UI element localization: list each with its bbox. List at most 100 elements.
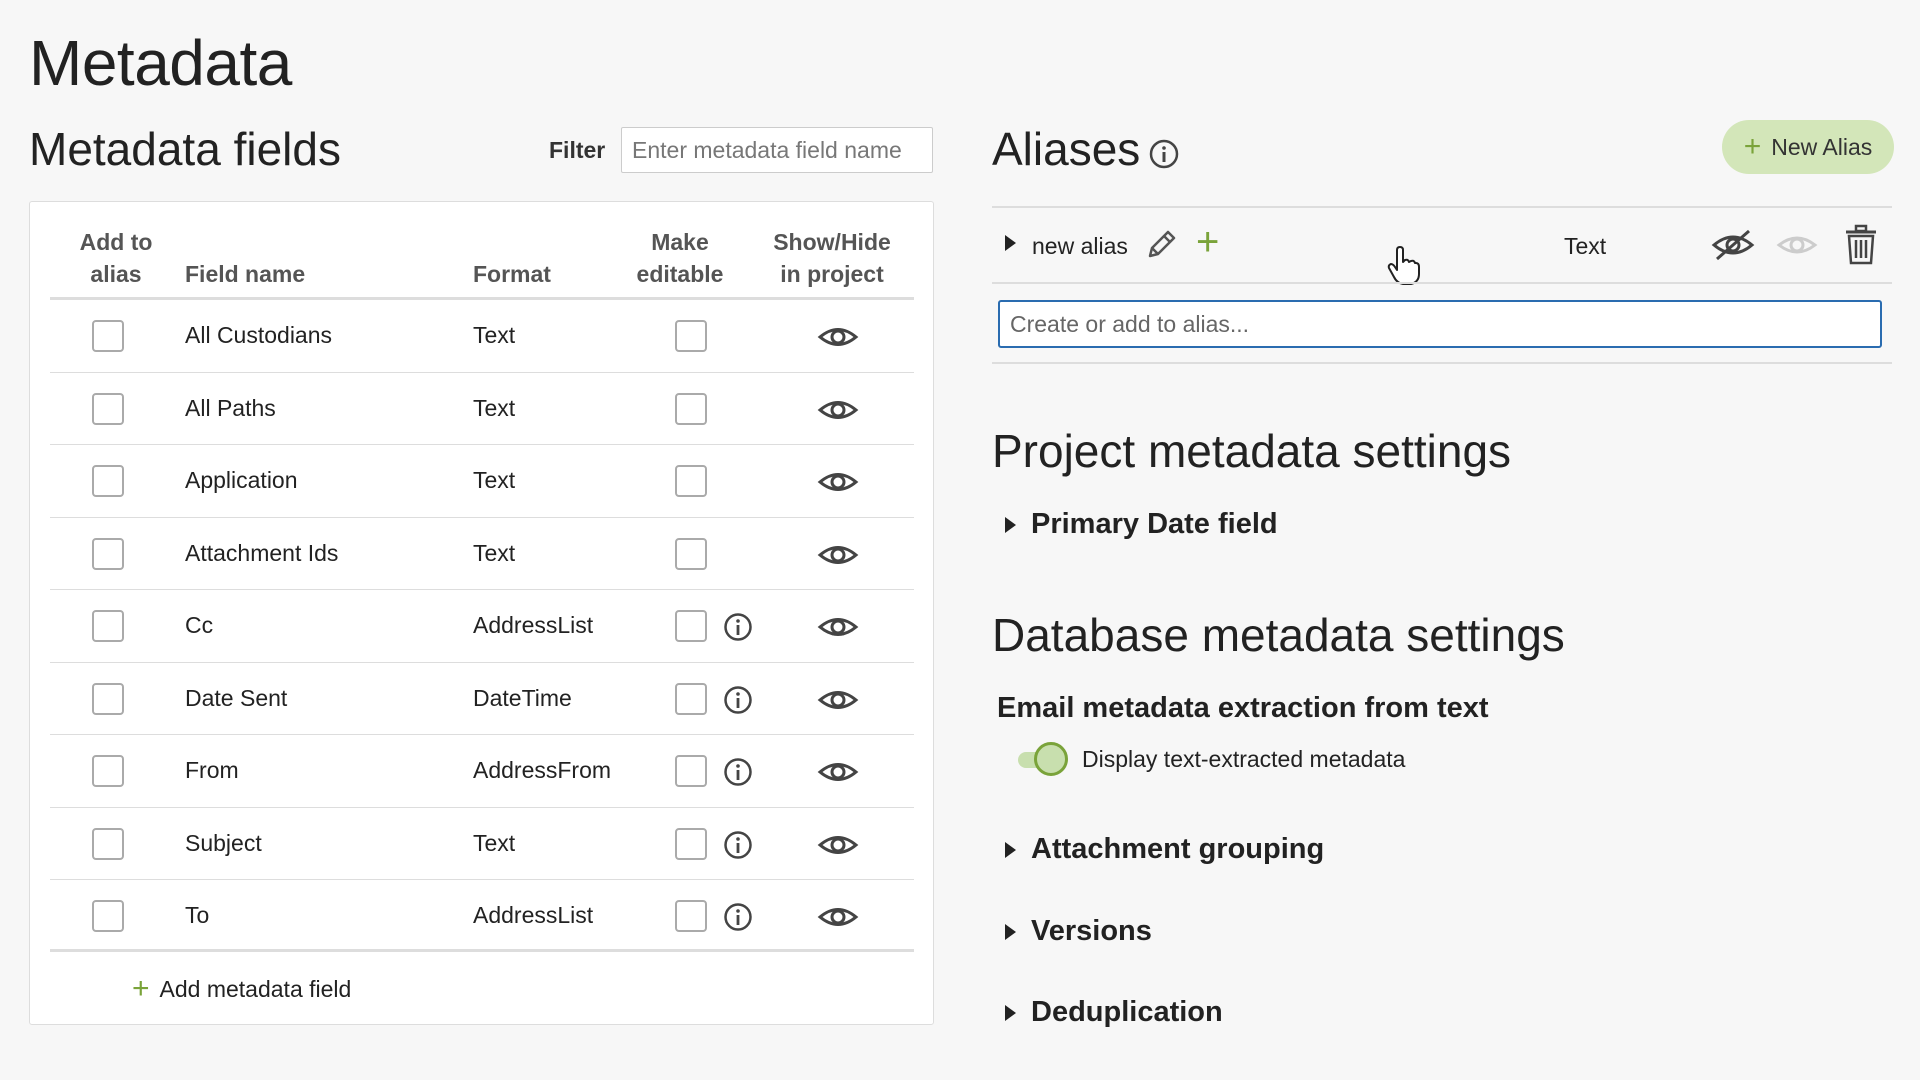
make-editable-checkbox[interactable]	[675, 682, 707, 715]
table-row: To AddressList	[50, 880, 914, 953]
eye-icon[interactable]	[817, 465, 859, 499]
make-editable-checkbox[interactable]	[675, 827, 707, 860]
add-to-alias-checkbox[interactable]	[92, 755, 124, 787]
make-editable-checkbox[interactable]	[675, 610, 707, 642]
table-row: Application Text	[50, 445, 914, 518]
add-to-alias-checkbox[interactable]	[92, 682, 124, 715]
caret-right-icon	[1005, 923, 1016, 940]
project-settings-title: Project metadata settings	[992, 425, 1512, 477]
format-cell: AddressList	[473, 902, 594, 928]
make-editable-checkbox[interactable]	[675, 900, 707, 932]
eye-icon[interactable]	[817, 828, 859, 862]
field-name-cell: Date Sent	[185, 684, 288, 711]
field-name-cell: Application	[185, 467, 298, 493]
primary-date-field-toggle[interactable]: Primary Date field	[1003, 508, 1278, 541]
table-body: All Custodians Text All Paths Text Applicati…	[50, 300, 914, 953]
deduplication-label: Deduplication	[1031, 996, 1223, 1028]
divider	[992, 362, 1892, 364]
toggle-knob	[1034, 742, 1068, 776]
add-metadata-field-button[interactable]: + Add metadata field	[132, 974, 351, 1004]
eye-icon[interactable]	[817, 320, 859, 354]
add-metadata-field-label: Add metadata field	[159, 975, 352, 1002]
alias-format: Text	[1564, 233, 1607, 259]
field-name-cell: To	[185, 902, 210, 928]
eye-icon[interactable]	[1776, 229, 1818, 261]
page-title: Metadata	[29, 27, 292, 99]
attachment-grouping-toggle[interactable]: Attachment grouping	[1003, 833, 1324, 866]
make-editable-checkbox[interactable]	[675, 755, 707, 787]
filter-input[interactable]	[621, 127, 933, 173]
plus-icon: +	[1743, 130, 1762, 163]
add-to-alias-checkbox[interactable]	[92, 827, 124, 860]
table-row: All Custodians Text	[50, 300, 914, 373]
add-to-alias-checkbox[interactable]	[92, 610, 124, 642]
eye-icon[interactable]	[817, 538, 859, 572]
add-to-alias-checkbox[interactable]	[92, 537, 124, 570]
table-row: Attachment Ids Text	[50, 518, 914, 590]
info-icon[interactable]	[1148, 138, 1180, 170]
eye-off-icon[interactable]	[1711, 227, 1755, 263]
add-to-alias-checkbox[interactable]	[92, 465, 124, 497]
new-alias-label: New Alias	[1771, 133, 1873, 160]
aliases-title: Aliases	[992, 123, 1141, 175]
format-cell: Text	[473, 467, 516, 493]
new-alias-button[interactable]: + New Alias	[1722, 120, 1894, 174]
format-cell: DateTime	[473, 684, 572, 711]
table-header: Add to alias Field name Format Make edit…	[50, 222, 914, 300]
format-cell: Text	[473, 829, 516, 856]
display-text-extracted-toggle[interactable]	[1016, 742, 1068, 776]
attachment-grouping-label: Attachment grouping	[1031, 833, 1325, 865]
header-add-to-alias-line1: Add to	[79, 229, 153, 255]
field-name-cell: Cc	[185, 612, 214, 638]
deduplication-toggle[interactable]: Deduplication	[1003, 996, 1223, 1029]
table-divider	[50, 949, 914, 952]
eye-icon[interactable]	[817, 755, 859, 789]
header-show-hide-line2: in project	[780, 261, 884, 287]
pencil-icon[interactable]	[1142, 226, 1180, 264]
versions-toggle[interactable]: Versions	[1003, 915, 1152, 948]
header-format: Format	[473, 261, 551, 287]
field-name-cell: Attachment Ids	[185, 539, 339, 566]
eye-icon[interactable]	[817, 610, 859, 644]
table-row: Date Sent DateTime	[50, 663, 914, 735]
info-icon[interactable]	[723, 902, 753, 932]
caret-right-icon	[1005, 516, 1016, 533]
header-add-to-alias: Add to alias	[70, 226, 162, 290]
make-editable-checkbox[interactable]	[675, 465, 707, 497]
metadata-fields-table: Add to alias Field name Format Make edit…	[29, 201, 934, 1025]
alias-input[interactable]	[998, 300, 1882, 348]
field-name-cell: All Custodians	[185, 322, 333, 348]
eye-icon[interactable]	[817, 393, 859, 427]
hand-cursor-icon	[1387, 246, 1420, 285]
add-to-alias-checkbox[interactable]	[92, 392, 124, 425]
header-make-editable: Make editable	[630, 226, 730, 290]
info-icon[interactable]	[723, 685, 753, 715]
format-cell: AddressFrom	[473, 757, 612, 783]
versions-label: Versions	[1031, 915, 1152, 947]
make-editable-checkbox[interactable]	[675, 392, 707, 425]
info-icon[interactable]	[723, 830, 753, 860]
database-settings-title: Database metadata settings	[992, 609, 1565, 661]
make-editable-checkbox[interactable]	[675, 320, 707, 352]
caret-right-icon[interactable]	[1003, 234, 1017, 252]
make-editable-checkbox[interactable]	[675, 537, 707, 570]
metadata-fields-title: Metadata fields	[29, 123, 341, 175]
header-make-editable-line1: Make	[651, 229, 709, 255]
alias-name: new alias	[1032, 233, 1128, 259]
add-to-alias-checkbox[interactable]	[92, 320, 124, 352]
add-to-alias-checkbox[interactable]	[92, 900, 124, 932]
table-row: Subject Text	[50, 808, 914, 880]
header-field-name: Field name	[185, 261, 306, 287]
divider	[992, 206, 1892, 208]
eye-icon[interactable]	[817, 900, 859, 934]
info-icon[interactable]	[723, 757, 753, 787]
format-cell: Text	[473, 322, 516, 348]
caret-right-icon	[1005, 1004, 1016, 1021]
filter-label: Filter	[549, 137, 606, 163]
header-add-to-alias-line2: alias	[90, 261, 142, 287]
add-field-to-alias-icon[interactable]: +	[1196, 222, 1219, 262]
header-show-hide: Show/Hide in project	[770, 226, 894, 290]
trash-icon[interactable]	[1843, 224, 1879, 266]
info-icon[interactable]	[723, 612, 753, 642]
eye-icon[interactable]	[817, 683, 859, 717]
